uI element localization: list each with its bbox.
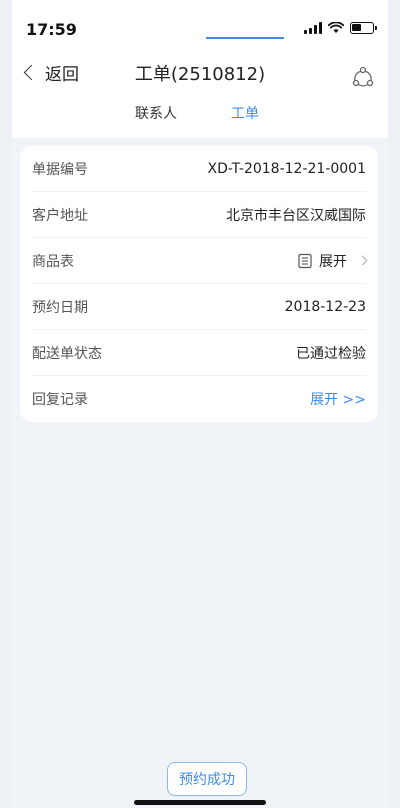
status-icons <box>304 22 377 34</box>
detail-label: 配送单状态 <box>32 345 102 362</box>
detail-row-product-list[interactable]: 商品表 展开 <box>32 238 368 284</box>
detail-value: 北京市丰台区汉威国际 <box>226 207 366 224</box>
detail-label: 回复记录 <box>32 392 88 408</box>
battery-icon <box>350 22 377 34</box>
detail-row-order-number: 单据编号 XD-T-2018-12-21-0001 <box>32 146 366 192</box>
detail-row-reply-history: 回复记录 展开 >> <box>32 376 366 422</box>
detail-row-delivery-status: 配送单状态 已通过检验 <box>32 330 366 376</box>
back-button[interactable]: 返回 <box>23 60 79 85</box>
chevron-right-icon <box>357 255 368 266</box>
workorder-details-card: 单据编号 XD-T-2018-12-21-0001 客户地址 北京市丰台区汉威国… <box>20 146 378 422</box>
detail-value: XD-T-2018-12-21-0001 <box>207 160 367 177</box>
tab-contacts[interactable]: 联系人 <box>135 103 177 123</box>
expand-reply-history-link[interactable]: 展开 >> <box>310 389 366 409</box>
home-indicator <box>134 800 266 805</box>
back-label: 返回 <box>45 65 79 85</box>
chevron-left-icon <box>23 64 40 81</box>
share-icon[interactable] <box>352 66 374 88</box>
detail-label: 单据编号 <box>32 161 88 178</box>
signal-icon <box>304 22 322 34</box>
tab-workorder[interactable]: 工单 <box>231 103 259 123</box>
detail-value: 2018-12-23 <box>284 298 366 315</box>
appointment-success-button[interactable]: 预约成功 <box>167 762 247 796</box>
status-time: 17:59 <box>26 20 77 39</box>
detail-row-appointment-date: 预约日期 2018-12-23 <box>32 284 366 330</box>
tab-bar: 联系人 工单 <box>12 98 388 138</box>
detail-label: 预约日期 <box>32 299 88 316</box>
wifi-icon <box>328 22 344 33</box>
detail-label: 客户地址 <box>32 207 88 224</box>
tab-active-indicator <box>206 37 284 39</box>
detail-label: 商品表 <box>32 253 74 270</box>
detail-row-customer-address: 客户地址 北京市丰台区汉威国际 <box>32 192 366 238</box>
expand-label: 展开 <box>319 253 347 270</box>
document-icon <box>298 253 312 268</box>
status-value: 已通过检验 <box>296 345 366 362</box>
expand-product-list-button[interactable]: 展开 <box>297 251 368 271</box>
